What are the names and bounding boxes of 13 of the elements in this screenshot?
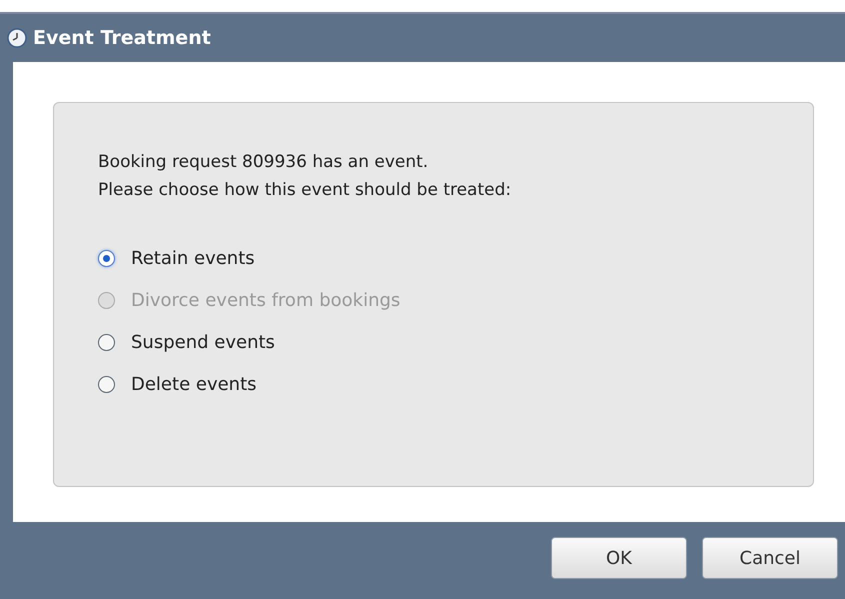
radio-button[interactable] [98,376,115,393]
message-text: Booking request 809936 has an event. [98,151,430,174]
option-label: Divorce events from bookings [131,289,400,313]
option-label: Delete events [131,373,257,397]
window-title: Event Treatment [33,26,211,51]
dialog-button[interactable]: OK [551,537,687,579]
clock-icon [7,28,27,48]
option-label: Retain events [131,247,255,271]
radio-button[interactable] [98,334,115,351]
dialog-button[interactable]: Cancel [702,537,838,579]
message-text: Please choose how this event should be treated: [98,179,512,202]
radio-button[interactable] [98,250,115,267]
option-label: Suspend events [131,331,275,355]
